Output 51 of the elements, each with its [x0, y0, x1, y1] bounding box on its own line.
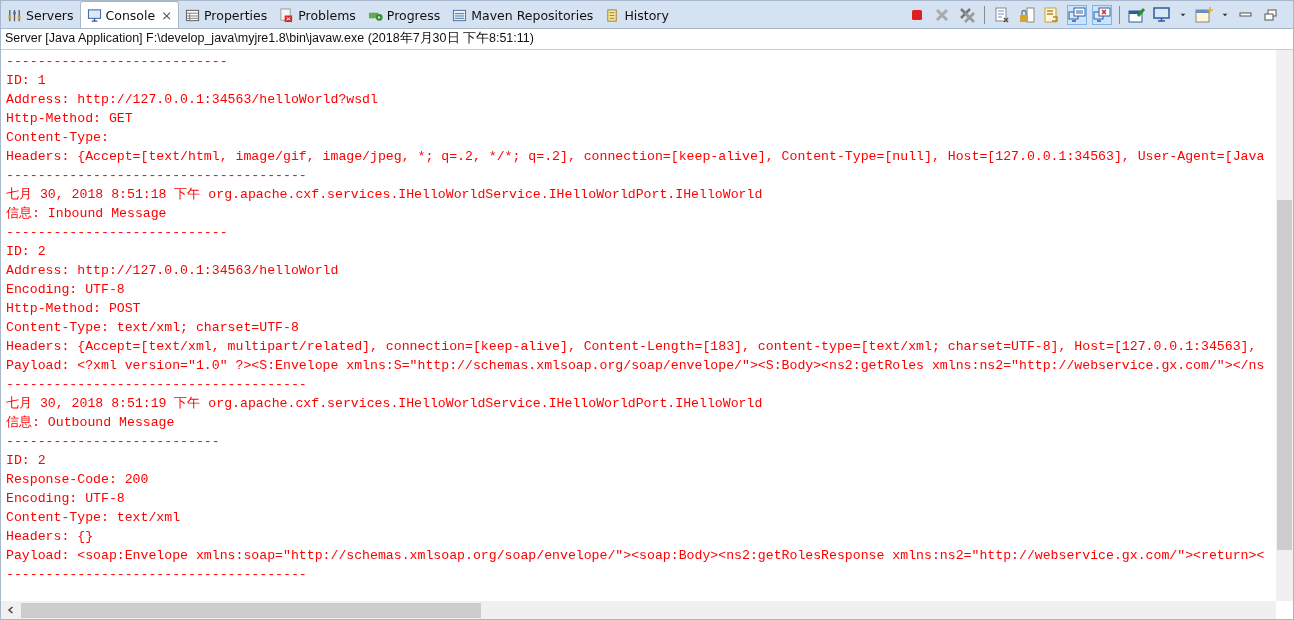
console-line: ---------------------------- [6, 224, 229, 242]
console-line: Payload: <?xml version="1.0" ?><S:Envelope xmlns:S="http://schemas.xmlsoap.org/soap/envelope/"><S:Body><ns2:getRoles xmlns:ns2="http://webservice.gx.com/"></ns [6, 357, 1266, 375]
console-line: Headers: {} [6, 528, 95, 546]
console-line: 七月 30, 2018 8:51:19 下午 org.apache.cxf.services.IHelloWorldService.IHelloWorldPort.IHelloWorld [6, 395, 764, 413]
console-line: Encoding: UTF-8 [6, 490, 126, 508]
console-error-icon[interactable] [1092, 4, 1112, 25]
servers-icon [7, 7, 22, 23]
console-line: Address: http://127.0.0.1:34563/helloWorld [6, 262, 340, 280]
view-tab[interactable]: Properties [179, 2, 274, 28]
console-line: Response-Code: 200 [6, 471, 150, 489]
console-output-icon[interactable] [1067, 4, 1087, 25]
console-line: -------------------------------------- [6, 167, 308, 185]
console-line: 信息: Outbound Message [6, 414, 176, 432]
console-line: 信息: Inbound Message [6, 205, 168, 223]
console-line: -------------------------------------- [6, 566, 308, 584]
clear-console-icon[interactable] [992, 4, 1012, 25]
close-tab-button[interactable]: ⨯ [161, 7, 173, 23]
console-line: ID: 1 [6, 72, 47, 90]
view-tab[interactable]: Servers [1, 2, 80, 28]
console-line: ---------------------------- [6, 53, 229, 71]
view-tab[interactable]: Progress [361, 2, 447, 28]
console-line: Http-Method: POST [6, 300, 142, 318]
view-tab[interactable]: Console ⨯ [79, 1, 180, 28]
console-line: Payload: <soap:Envelope xmlns:soap="http://schemas.xmlsoap.org/soap/envelope/"><soap:Body><ns2:getRolesResponse xmlns:ns2="http://webservice.gx.com/"><return>< [6, 547, 1266, 565]
console-line: Content-Type: text/xml; charset=UTF-8 [6, 319, 300, 337]
console-line: Address: http://127.0.0.1:34563/helloWorld?wsdl [6, 91, 379, 109]
console-line: ID: 2 [6, 243, 47, 261]
console-line: Encoding: UTF-8 [6, 281, 126, 299]
table-icon [185, 7, 201, 23]
monitor-icon[interactable] [1152, 4, 1172, 25]
view-tab[interactable]: Maven Repositories [446, 2, 600, 28]
horizontal-scrollbar[interactable] [1, 601, 1276, 619]
console-description: Server [Java Application] F:\develop_java\myjre1.8\bin\javaw.exe (2018年7月30日 下午8:51:11) [1, 29, 1293, 50]
console-line: Headers: {Accept=[text/xml, multipart/related], connection=[keep-alive], Content-Length=[183], content-type=[text/xml; charset=UTF-8], Host=[127.0.0.1:34563], [6, 338, 1258, 356]
problems-icon [279, 7, 295, 23]
console-line: Headers: {Accept=[text/html, image/gif, image/jpeg, *; q=.2, */*; q=.2], connection=[keep-alive], Content-Type=[null], Host=[127.0.0.1:34563], User-Agent=[Java [6, 148, 1266, 166]
view-tab[interactable]: History [599, 2, 675, 28]
console-line: 七月 30, 2018 8:51:18 下午 org.apache.cxf.services.IHelloWorldService.IHelloWorldPort.IHelloWorld [6, 186, 764, 204]
lock-icon[interactable] [1017, 4, 1037, 25]
new-console-icon[interactable] [1194, 4, 1214, 25]
console-line: ID: 2 [6, 452, 47, 470]
repository-icon [452, 7, 468, 23]
console-line: Http-Method: GET [6, 110, 134, 128]
view-tab[interactable]: Problems [273, 2, 362, 28]
console-line: --------------------------- [6, 433, 221, 451]
console-line: Content-Type: [6, 129, 110, 147]
vertical-scrollbar[interactable] [1276, 50, 1293, 601]
console-line: Content-Type: text/xml [6, 509, 182, 527]
console-line: -------------------------------------- [6, 376, 308, 394]
scroll-left-icon[interactable] [6, 605, 16, 615]
monitor-icon [86, 7, 102, 23]
